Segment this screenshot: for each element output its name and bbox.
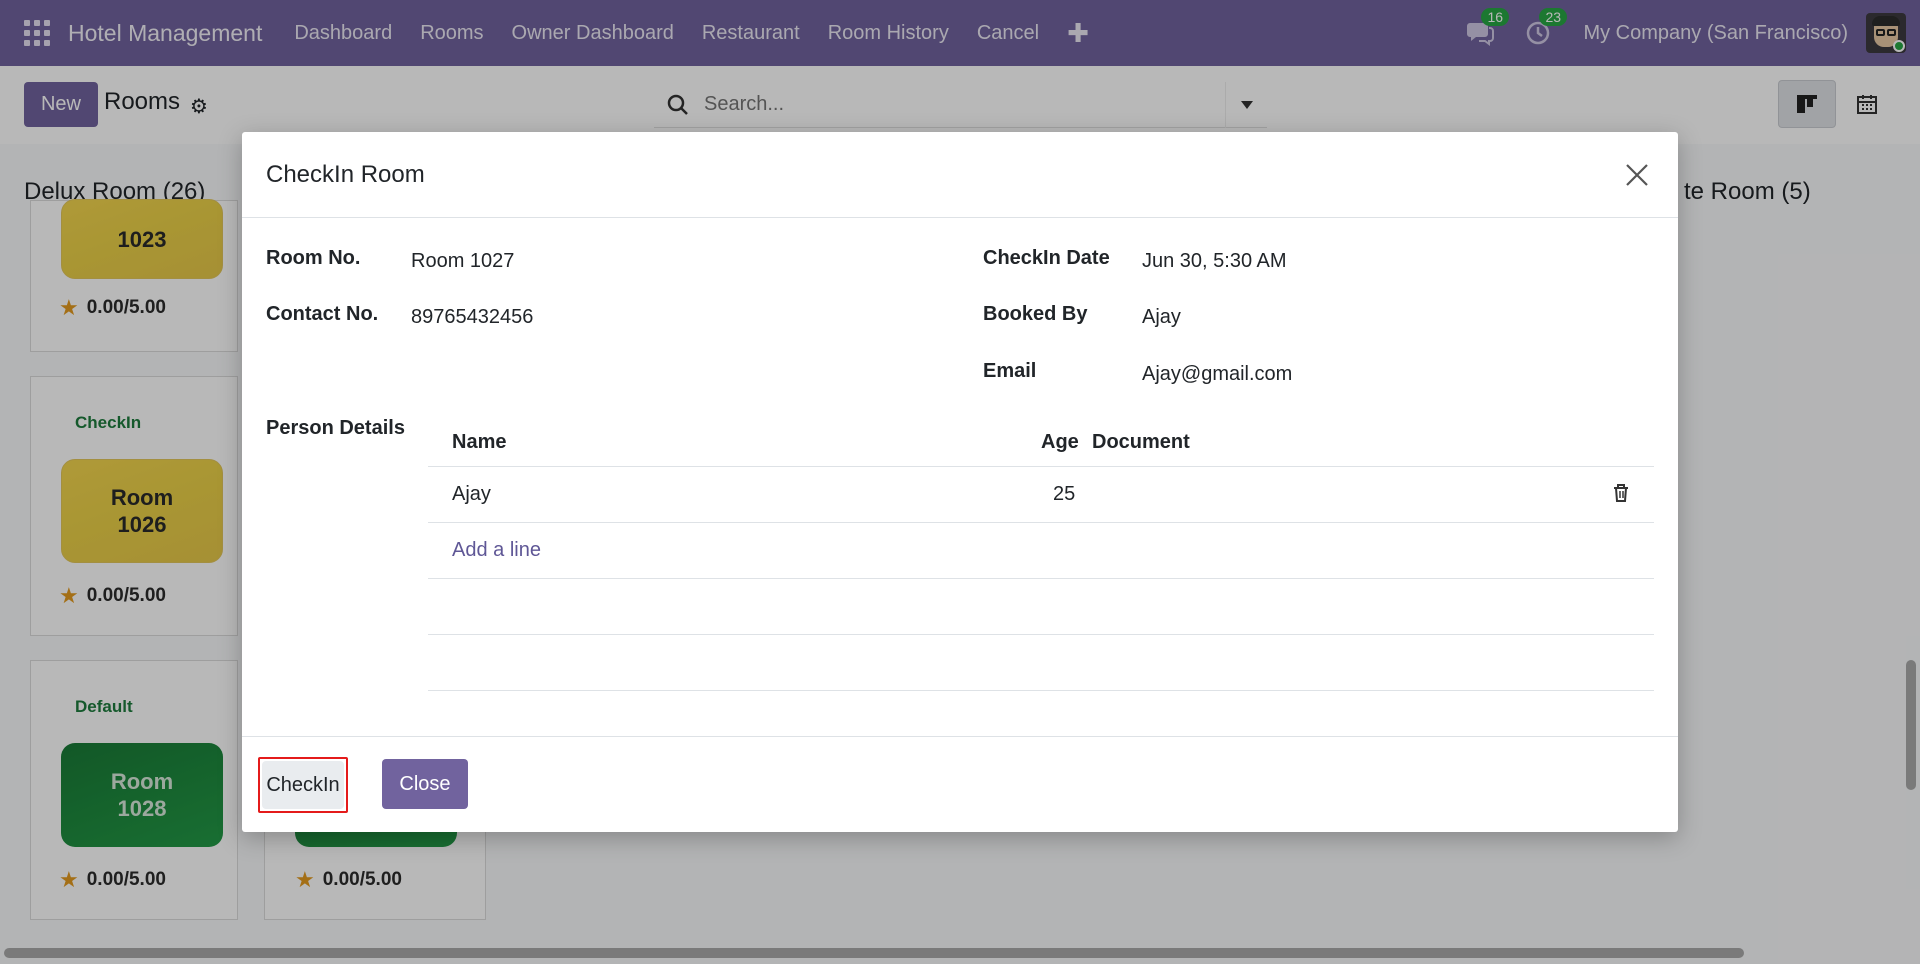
checkin-date-label: CheckIn Date: [983, 247, 1110, 269]
table-header-row: Name Age Document: [428, 417, 1654, 467]
dialog-header: CheckIn Room: [242, 132, 1678, 218]
room-no-label: Room No.: [266, 247, 361, 269]
add-line-link[interactable]: Add a line: [452, 539, 541, 562]
close-icon[interactable]: [1622, 160, 1652, 190]
trash-icon[interactable]: [1612, 483, 1630, 509]
person-details-table: Name Age Document Ajay 25 Add a line: [428, 417, 1654, 691]
column-header-name[interactable]: Name: [452, 431, 506, 454]
column-header-age[interactable]: Age: [1041, 431, 1079, 454]
checkin-dialog: CheckIn Room Room No. Room 1027 Contact …: [242, 132, 1678, 832]
table-row[interactable]: Ajay 25: [428, 467, 1654, 523]
booked-by-label: Booked By: [983, 303, 1088, 325]
person-details-label: Person Details: [266, 417, 405, 439]
booked-by-value[interactable]: Ajay: [1142, 306, 1181, 329]
empty-row: [428, 579, 1654, 635]
checkin-button[interactable]: CheckIn: [262, 761, 344, 809]
person-age-cell[interactable]: 25: [1053, 483, 1075, 506]
add-line-row: Add a line: [428, 523, 1654, 579]
close-button[interactable]: Close: [382, 759, 468, 809]
dialog-title: CheckIn Room: [266, 161, 425, 188]
person-name-cell[interactable]: Ajay: [452, 483, 491, 506]
dialog-footer: CheckIn Close: [242, 736, 1678, 832]
contact-no-label: Contact No.: [266, 303, 379, 325]
empty-row: [428, 635, 1654, 691]
column-header-document[interactable]: Document: [1092, 431, 1190, 454]
email-label: Email: [983, 360, 1037, 382]
checkin-date-value[interactable]: Jun 30, 5:30 AM: [1142, 250, 1287, 273]
email-value[interactable]: Ajay@gmail.com: [1142, 363, 1292, 386]
contact-no-value[interactable]: 89765432456: [411, 306, 533, 329]
room-no-value[interactable]: Room 1027: [411, 250, 514, 273]
